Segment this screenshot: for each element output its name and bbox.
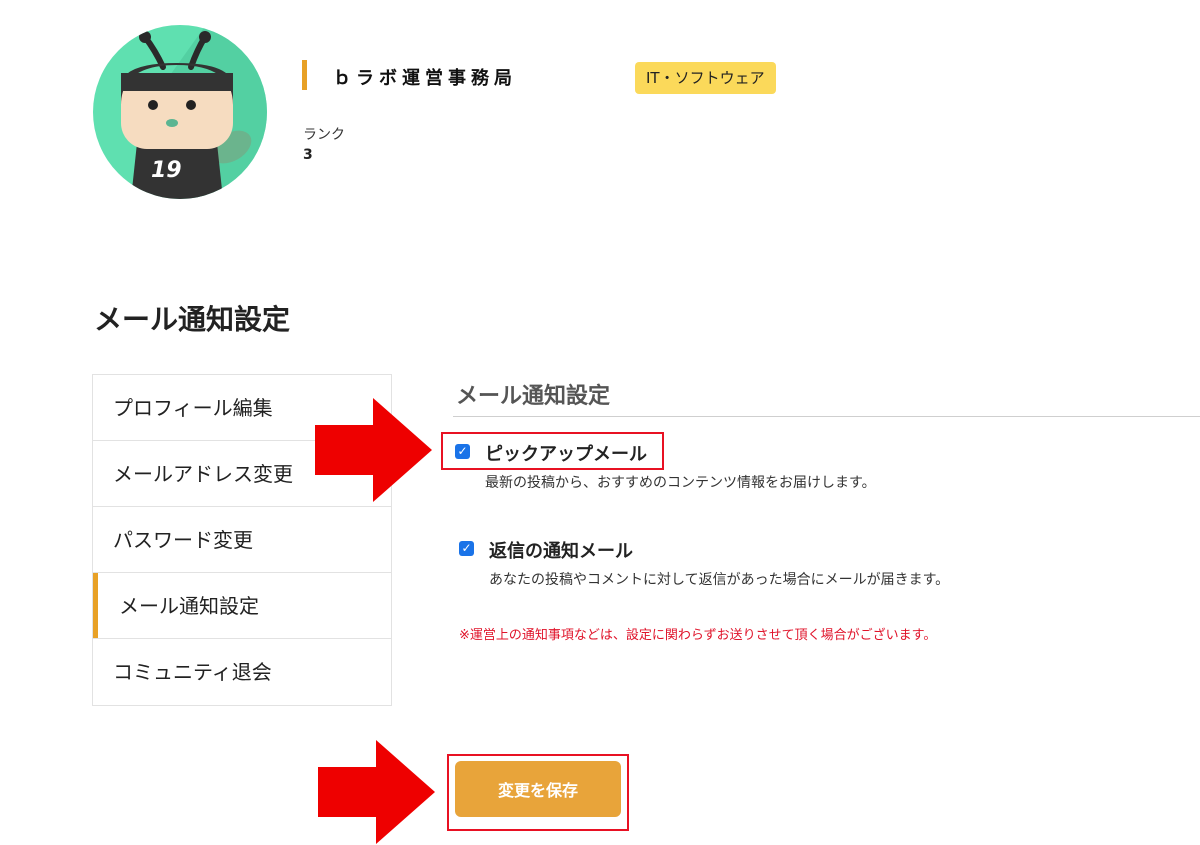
sidebar-item-leave-community[interactable]: コミュニティ退会	[93, 639, 391, 705]
reply-mail-checkbox[interactable]: ✓	[459, 541, 474, 556]
rank-label: ランク	[303, 127, 345, 143]
notice-text: ※運営上の通知事項などは、設定に関わらずお送りさせて頂く場合がございます。	[459, 628, 937, 643]
highlight-box-save	[447, 754, 629, 831]
avatar-number: 19	[151, 158, 182, 183]
sidebar-item-mail-notification[interactable]: メール通知設定	[93, 573, 391, 639]
highlight-box-pickup	[441, 432, 664, 470]
pickup-mail-description: 最新の投稿から、おすすめのコンテンツ情報をお届けします。	[485, 475, 876, 491]
category-tag[interactable]: IT・ソフトウェア	[635, 62, 776, 94]
red-arrow-right-icon	[315, 398, 432, 502]
section-title: メール通知設定	[456, 384, 611, 409]
page-title: メール通知設定	[94, 303, 291, 336]
avatar: 19	[93, 25, 267, 199]
reply-mail-description: あなたの投稿やコメントに対して返信があった場合にメールが届きます。	[489, 572, 950, 588]
red-arrow-right-icon	[318, 740, 435, 844]
section-divider	[453, 416, 1200, 417]
name-accent-bar	[302, 60, 307, 90]
profile-name: ｂラボ運営事務局	[333, 68, 517, 89]
sidebar-item-password-change[interactable]: パスワード変更	[93, 507, 391, 573]
reply-mail-label[interactable]: 返信の通知メール	[489, 537, 633, 563]
rank-value: 3	[303, 147, 313, 163]
